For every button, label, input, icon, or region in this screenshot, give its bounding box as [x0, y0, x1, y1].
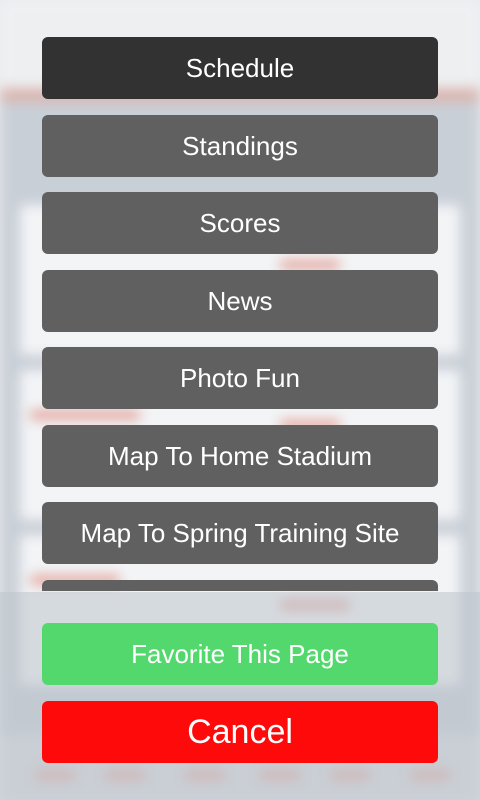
menu-item-scores[interactable]: Scores: [42, 192, 438, 254]
screen: Schedule Standings Scores News Photo Fun…: [0, 0, 480, 800]
menu-item-label: Schedule: [185, 52, 295, 83]
menu-item-label: Photo Fun: [180, 362, 300, 393]
menu-item-label: Map To Spring Training Site: [80, 517, 400, 548]
menu-item-label: Map To Home Stadium: [108, 440, 372, 471]
menu-item-label: Scores: [199, 207, 281, 238]
menu-item-label: Standings: [182, 130, 298, 161]
menu-item-photo-fun[interactable]: Photo Fun: [42, 347, 438, 409]
cancel-label: Cancel: [187, 712, 293, 751]
menu-item-map-spring-training[interactable]: Map To Spring Training Site: [42, 502, 438, 564]
menu-item-standings[interactable]: Standings: [42, 115, 438, 177]
favorite-page-button[interactable]: Favorite This Page: [42, 623, 438, 685]
menu-list[interactable]: Schedule Standings Scores News Photo Fun…: [42, 37, 438, 591]
menu-item-news[interactable]: News: [42, 270, 438, 332]
cancel-button[interactable]: Cancel: [42, 701, 438, 763]
menu-item-label: News: [207, 285, 273, 316]
favorite-page-label: Favorite This Page: [131, 638, 349, 669]
menu-item-map-home-stadium[interactable]: Map To Home Stadium: [42, 425, 438, 487]
menu-item-schedule[interactable]: Schedule: [42, 37, 438, 99]
menu-item-partial[interactable]: [42, 580, 438, 591]
